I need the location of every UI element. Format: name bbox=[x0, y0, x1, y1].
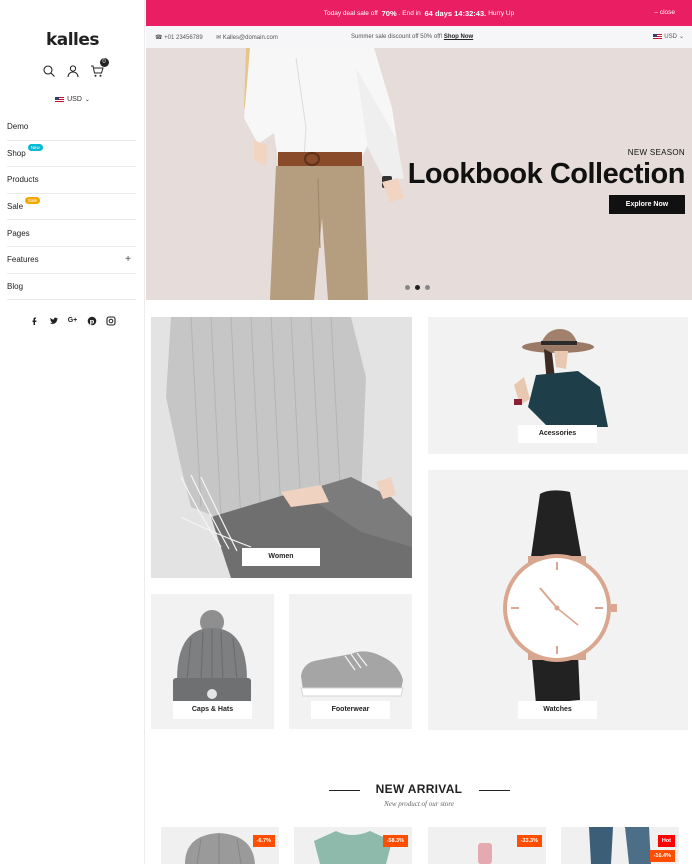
women-category-image bbox=[151, 317, 412, 578]
sidebar-item-label: Sale bbox=[7, 202, 24, 212]
hero-season-label: NEW SEASON bbox=[627, 148, 685, 157]
slider-dot-2[interactable] bbox=[415, 285, 420, 290]
footwear-label: Footerwear bbox=[311, 701, 390, 719]
sidebar-item-sale[interactable]: Sale Sale bbox=[7, 194, 136, 221]
twitter-icon[interactable] bbox=[49, 316, 59, 326]
explore-now-button[interactable]: Explore Now bbox=[609, 195, 685, 214]
phone-contact[interactable]: ☎ +01 23456789 bbox=[155, 34, 203, 41]
promo-text: Today deal sale off bbox=[323, 9, 378, 17]
pinterest-icon[interactable]: p bbox=[87, 316, 97, 326]
cart-count-badge: 0 bbox=[99, 58, 109, 67]
email-contact[interactable]: ✉ Kalles@domain.com bbox=[216, 34, 278, 41]
user-icon[interactable] bbox=[66, 64, 80, 78]
sidebar-item-pages[interactable]: Pages bbox=[7, 220, 136, 247]
instagram-icon[interactable] bbox=[105, 316, 116, 326]
discount-badge: -33.3% bbox=[516, 835, 542, 847]
sidebar-item-products[interactable]: Products bbox=[7, 167, 136, 194]
hero-slider[interactable]: NEW SEASON Lookbook Collection Explore N… bbox=[146, 48, 692, 300]
category-accessories[interactable]: Acessories bbox=[428, 317, 688, 454]
watches-category-image bbox=[428, 470, 688, 730]
sidebar-item-features[interactable]: Features + bbox=[7, 247, 136, 274]
top-info-bar: ☎ +01 23456789 ✉ Kalles@domain.com Summe… bbox=[146, 26, 692, 48]
promo-close-button[interactable]: – close bbox=[654, 9, 675, 16]
social-links: G+ p bbox=[0, 316, 145, 326]
discount-badge: -6.7% bbox=[252, 835, 275, 847]
email-address: Kalles@domain.com bbox=[222, 35, 278, 41]
slider-dots bbox=[405, 285, 430, 290]
us-flag-icon bbox=[653, 33, 663, 40]
phone-number: +01 23456789 bbox=[164, 35, 203, 41]
sidebar-menu: Demo Shop New Products Sale Sale Pages Fea… bbox=[7, 114, 136, 301]
promo-close-label: close bbox=[659, 9, 675, 16]
header-icons: 0 bbox=[0, 58, 145, 78]
category-caps-hats[interactable]: Caps & Hats bbox=[151, 594, 274, 729]
sidebar: kalles 0 USD ⌄ Demo Shop New Products Sal… bbox=[0, 0, 145, 864]
cart-icon[interactable]: 0 bbox=[90, 58, 109, 78]
category-watches[interactable]: Watches bbox=[428, 470, 688, 730]
hero-title: Lookbook Collection bbox=[407, 158, 686, 190]
promo-hurry: Hurry Up bbox=[488, 9, 515, 17]
promo-bar: Today deal sale off 70% . End in 64 days… bbox=[146, 0, 692, 26]
accessories-label: Acessories bbox=[518, 425, 597, 443]
sidebar-item-blog[interactable]: Blog bbox=[7, 274, 136, 301]
expand-plus-icon[interactable]: + bbox=[125, 254, 131, 265]
category-women[interactable]: Women bbox=[151, 317, 412, 578]
currency-label: USD bbox=[67, 96, 82, 103]
product-card[interactable]: -58.3% bbox=[294, 827, 412, 864]
watches-label: Watches bbox=[518, 701, 597, 719]
search-icon[interactable] bbox=[42, 64, 56, 78]
svg-text:p: p bbox=[89, 317, 94, 325]
topbar-currency-selector[interactable]: USD ⌄ bbox=[653, 33, 684, 40]
discount-badge: -16.4% bbox=[649, 850, 675, 862]
sidebar-item-label: Shop bbox=[7, 148, 26, 158]
topbar-message: Summer sale discount off 50% off! Shop N… bbox=[351, 34, 473, 40]
sidebar-item-label: Features bbox=[7, 255, 39, 265]
google-plus-icon[interactable]: G+ bbox=[68, 316, 78, 326]
category-footwear[interactable]: Footerwear bbox=[289, 594, 412, 729]
sale-badge: Sale bbox=[25, 197, 41, 205]
new-arrival-title: NEW ARRIVAL bbox=[375, 782, 463, 796]
discount-badge: -58.3% bbox=[382, 835, 408, 847]
sidebar-item-shop[interactable]: Shop New bbox=[7, 141, 136, 168]
chevron-down-icon: ⌄ bbox=[84, 97, 90, 103]
us-flag-icon bbox=[55, 96, 65, 103]
sidebar-item-label: Demo bbox=[7, 122, 29, 132]
caps-label: Caps & Hats bbox=[173, 701, 252, 719]
women-label: Women bbox=[242, 548, 320, 566]
promo-countdown: 64 days 14:32:43. bbox=[424, 8, 487, 18]
promo-text-mid: . End in bbox=[398, 9, 421, 17]
product-card[interactable]: -6.7% bbox=[161, 827, 279, 864]
sidebar-item-label: Pages bbox=[7, 228, 30, 238]
shop-now-link[interactable]: Shop Now bbox=[444, 34, 473, 40]
chevron-down-icon: ⌄ bbox=[678, 34, 684, 40]
new-badge: New bbox=[27, 143, 43, 151]
slider-dot-3[interactable] bbox=[425, 285, 430, 290]
hot-badge: Hot bbox=[657, 835, 675, 847]
sidebar-item-label: Products bbox=[7, 175, 39, 185]
logo[interactable]: kalles bbox=[0, 30, 145, 50]
currency-selector[interactable]: USD ⌄ bbox=[0, 96, 145, 103]
product-card[interactable]: -33.3% bbox=[428, 827, 546, 864]
new-arrival-subtitle: New product of our store bbox=[384, 800, 454, 808]
title-divider-right bbox=[479, 790, 510, 791]
slider-dot-1[interactable] bbox=[405, 285, 410, 290]
product-card[interactable]: Hot -16.4% bbox=[561, 827, 679, 864]
promo-percent: 70% bbox=[381, 8, 397, 18]
sidebar-item-demo[interactable]: Demo bbox=[7, 114, 136, 141]
sidebar-item-label: Blog bbox=[7, 281, 24, 291]
currency-label: USD bbox=[664, 33, 677, 40]
facebook-icon[interactable] bbox=[30, 316, 40, 326]
topbar-message-text: Summer sale discount off 50% off! bbox=[351, 34, 443, 40]
